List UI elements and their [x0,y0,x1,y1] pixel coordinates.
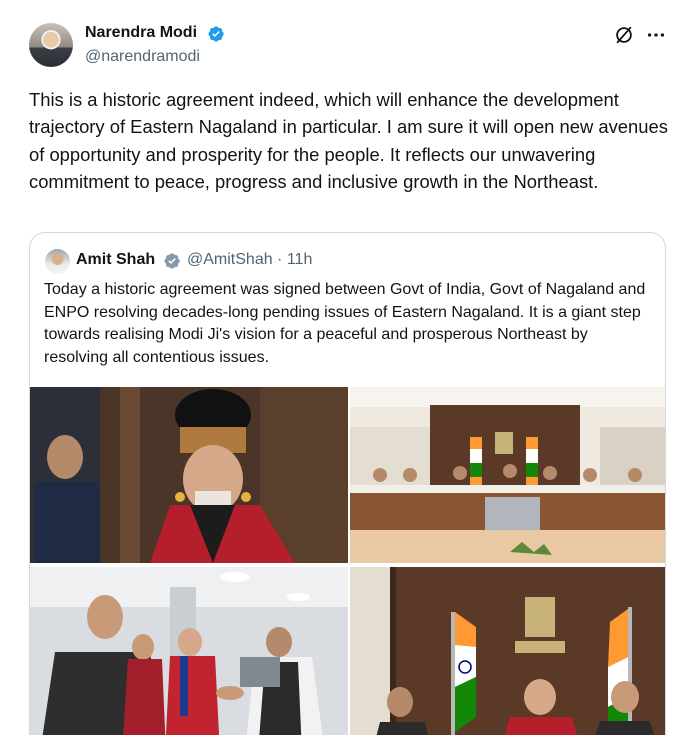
author-handle[interactable]: @narendramodi [85,48,200,66]
more-icon[interactable] [645,24,667,46]
quote-author-avatar[interactable] [45,249,70,274]
verified-badge-icon [208,26,224,42]
grok-icon[interactable] [613,24,635,46]
quote-text: Today a historic agreement was signed be… [44,281,646,366]
quote-verified-badge-icon [164,253,180,269]
photo-traditional-attire[interactable] [30,387,348,563]
post-text: This is a historic agreement indeed, whi… [29,89,668,193]
quote-author-handle[interactable]: @AmitShah · 11h [187,251,312,269]
quoted-post[interactable]: Amit Shah @AmitShah · 11h Today a histor… [29,232,666,735]
post: Narendra Modi @narendramodi This is a hi… [0,0,680,735]
photo-officials-with-flags[interactable] [350,567,665,735]
photo-conference-room[interactable] [350,387,665,563]
quote-author-name[interactable]: Amit Shah [76,251,155,269]
author-name[interactable]: Narendra Modi [85,24,197,42]
author-avatar[interactable] [29,23,73,67]
photo-handshake[interactable] [30,567,348,735]
